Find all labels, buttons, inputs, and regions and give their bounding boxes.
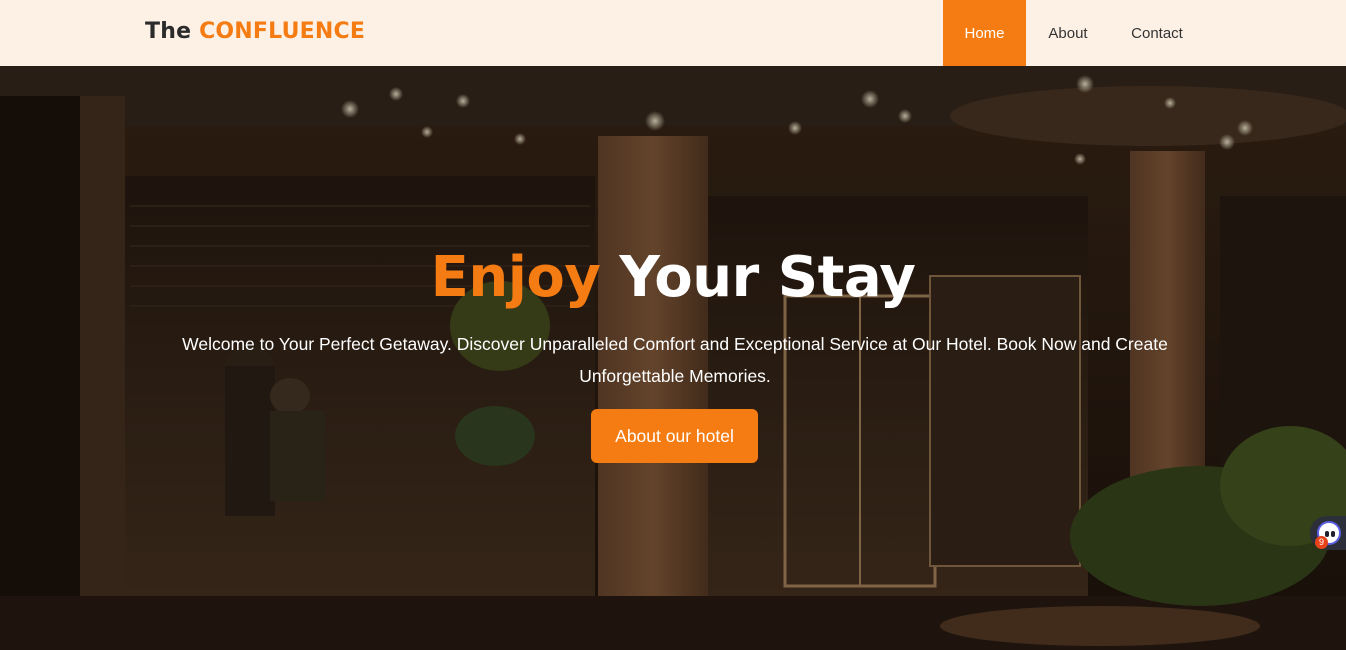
hero-title-accent: Enjoy bbox=[430, 245, 601, 310]
hero-section: Enjoy Your Stay Welcome to Your Perfect … bbox=[0, 66, 1346, 650]
brand-prefix: The bbox=[145, 19, 192, 44]
nav-menu: Home About Contact bbox=[943, 0, 1204, 66]
notification-badge: 9 bbox=[1315, 536, 1328, 549]
chat-widget-button[interactable]: 9 bbox=[1310, 516, 1346, 550]
nav-item-home[interactable]: Home bbox=[943, 0, 1026, 66]
navbar: The CONFLUENCE Home About Contact bbox=[0, 0, 1346, 66]
hero-title-rest: Your Stay bbox=[619, 245, 916, 310]
nav-item-contact[interactable]: Contact bbox=[1110, 0, 1204, 66]
brand-logo[interactable]: The CONFLUENCE bbox=[145, 19, 365, 44]
about-hotel-button[interactable]: About our hotel bbox=[591, 409, 758, 463]
brand-accent: CONFLUENCE bbox=[199, 19, 366, 44]
nav-item-about[interactable]: About bbox=[1026, 0, 1110, 66]
hero-title: Enjoy Your Stay bbox=[0, 246, 1346, 310]
hero-description: Welcome to Your Perfect Getaway. Discove… bbox=[182, 334, 1168, 386]
